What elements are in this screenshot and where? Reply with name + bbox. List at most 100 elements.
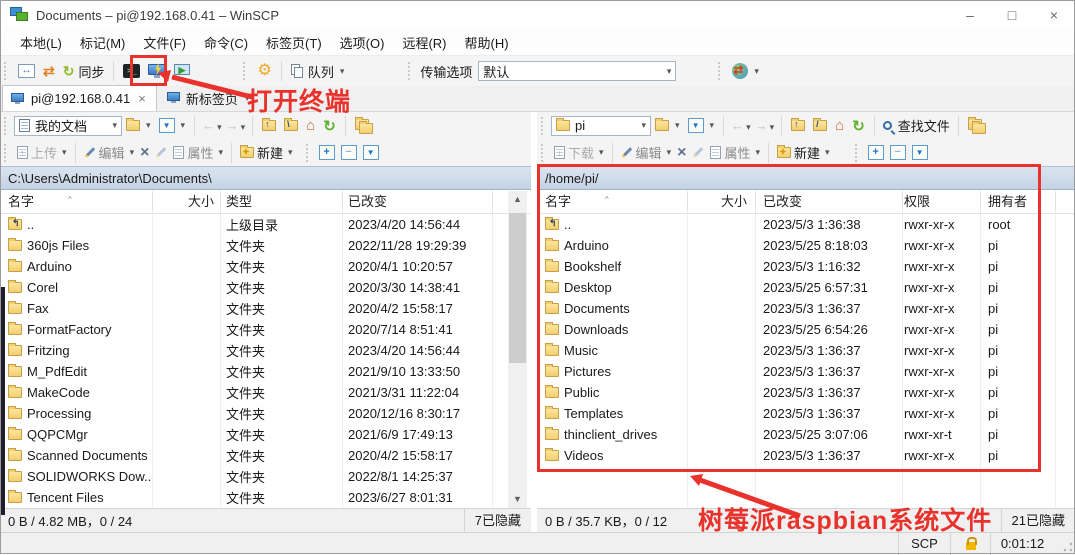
menu-item[interactable]: 远程(R) [394, 30, 454, 55]
upload-button[interactable]: 上传 [14, 141, 70, 164]
toolbar-grip[interactable] [718, 62, 724, 80]
file-row[interactable]: Scanned Documents 文件夹 2020/4/2 15:58:17 [0, 445, 531, 466]
session-tab[interactable]: pi@192.168.0.41 [2, 85, 157, 111]
transfer-preset-combo[interactable]: 默认 [478, 61, 676, 81]
selection-filter-button[interactable] [909, 143, 931, 162]
minimize-button[interactable]: – [949, 0, 991, 30]
file-row[interactable]: QQPCMgr 文件夹 2021/6/9 17:49:13 [0, 424, 531, 445]
delete-button[interactable] [674, 144, 689, 162]
file-row[interactable]: 360js Files 文件夹 2022/11/28 19:29:39 [0, 235, 531, 256]
file-row[interactable]: FormatFactory 文件夹 2020/7/14 8:51:41 [0, 319, 531, 340]
preferences-button[interactable] [253, 60, 275, 82]
delete-icon [677, 146, 686, 160]
parent-directory-button[interactable] [787, 117, 809, 134]
edit-button[interactable]: 编辑 [81, 141, 138, 164]
file-row[interactable]: Fax 文件夹 2020/4/2 15:58:17 [0, 298, 531, 319]
file-row[interactable]: Tencent Files 文件夹 2023/6/27 8:01:31 [0, 487, 531, 508]
rename-button[interactable] [689, 149, 707, 156]
filter-button[interactable] [684, 115, 719, 136]
menu-item[interactable]: 命令(C) [196, 30, 256, 55]
root-directory-button[interactable] [809, 117, 831, 134]
session-icon [11, 93, 25, 105]
new-button[interactable]: 新建 [774, 141, 833, 164]
unselect-files-button[interactable] [338, 143, 360, 162]
select-icon [319, 145, 335, 160]
remote-directory-combo[interactable]: pi [551, 116, 651, 136]
column-header-type[interactable]: 类型 [220, 190, 342, 213]
folder-icon [8, 282, 22, 293]
menu-item[interactable]: 标签页(T) [258, 30, 330, 55]
file-row[interactable]: Arduino 文件夹 2020/4/1 10:20:57 [0, 256, 531, 277]
scrollbar-thumb[interactable] [509, 213, 526, 363]
properties-button[interactable]: 属性 [170, 141, 226, 164]
menu-item[interactable]: 选项(O) [332, 30, 393, 55]
toolbar-grip[interactable] [4, 62, 10, 80]
file-row[interactable]: .. 上级目录 2023/4/20 14:56:44 [0, 214, 531, 235]
properties-button[interactable]: 属性 [707, 141, 763, 164]
download-button[interactable]: 下载 [551, 141, 607, 164]
file-row[interactable]: M_PdfEdit 文件夹 2021/9/10 13:33:50 [0, 361, 531, 382]
chevron-down-icon [667, 66, 672, 77]
local-directory-combo[interactable]: 我的文档 [14, 116, 122, 136]
file-row[interactable]: Fritzing 文件夹 2023/4/20 14:56:44 [0, 340, 531, 361]
menu-item[interactable]: 文件(F) [135, 30, 194, 55]
copy-path-button[interactable] [351, 116, 377, 136]
remote-sync-button[interactable] [728, 60, 763, 82]
column-header-name[interactable]: 名字^ [0, 190, 152, 213]
open-session-button[interactable] [170, 61, 195, 81]
toolbar-grip[interactable] [408, 62, 414, 80]
menu-item[interactable]: 帮助(H) [456, 30, 516, 55]
forward-button[interactable] [753, 118, 777, 133]
refresh-button[interactable] [848, 114, 869, 138]
menu-item[interactable]: 本地(L) [12, 30, 70, 55]
column-header-changed[interactable]: 已改变 [342, 190, 492, 213]
new-tab-button[interactable]: 新标签页 [157, 85, 260, 111]
file-row[interactable]: MakeCode 文件夹 2021/3/31 11:22:04 [0, 382, 531, 403]
file-row[interactable]: Corel 文件夹 2020/3/30 14:38:41 [0, 277, 531, 298]
session-duration[interactable]: 0:01:12 [990, 533, 1054, 555]
select-files-button[interactable] [316, 143, 338, 162]
edit-button[interactable]: 编辑 [618, 141, 675, 164]
sync-browse-button[interactable]: 同步 [59, 59, 109, 84]
back-button[interactable] [200, 118, 224, 133]
file-row[interactable]: Processing 文件夹 2020/12/16 8:30:17 [0, 403, 531, 424]
local-hidden-count[interactable]: 7已隐藏 [464, 509, 531, 532]
new-label: 新建 [794, 143, 820, 162]
local-path-bar[interactable]: C:\Users\Administrator\Documents\ [0, 166, 531, 190]
parent-directory-button[interactable] [258, 117, 280, 134]
close-button[interactable]: × [1033, 0, 1075, 30]
open-directory-button[interactable] [651, 117, 684, 134]
synchronize-button[interactable] [39, 60, 59, 83]
forward-button[interactable] [224, 118, 248, 133]
remote-hidden-count[interactable]: 21已隐藏 [1001, 509, 1075, 532]
local-path: C:\Users\Administrator\Documents\ [8, 171, 212, 186]
open-directory-button[interactable] [122, 117, 155, 134]
close-tab-icon[interactable] [136, 91, 148, 106]
scroll-down-icon[interactable]: ▼ [508, 491, 527, 508]
new-button[interactable]: 新建 [237, 141, 296, 164]
select-files-button[interactable] [865, 143, 887, 162]
queue-button[interactable]: 队列 [287, 59, 349, 84]
filter-button[interactable] [155, 115, 190, 136]
delete-button[interactable] [137, 144, 152, 162]
selection-filter-button[interactable] [360, 143, 382, 162]
menu-item[interactable]: 标记(M) [72, 30, 134, 55]
file-row[interactable]: SOLIDWORKS Dow... 文件夹 2022/8/1 14:25:37 [0, 466, 531, 487]
local-list-scrollbar[interactable]: ▲ ▼ [508, 191, 527, 508]
rename-button[interactable] [152, 149, 170, 156]
unselect-files-button[interactable] [887, 143, 909, 162]
copy-path-button[interactable] [964, 116, 990, 136]
maximize-button[interactable]: □ [991, 0, 1033, 30]
scroll-up-icon[interactable]: ▲ [508, 191, 527, 208]
home-directory-button[interactable] [831, 114, 848, 137]
find-files-button[interactable]: 查找文件 [880, 114, 953, 137]
resize-grip[interactable] [1063, 542, 1073, 552]
my-documents-icon [19, 119, 30, 132]
parent-folder-icon [8, 219, 22, 230]
properties-label: 属性 [187, 143, 213, 162]
toolbar-grip[interactable] [243, 62, 249, 80]
column-header-size[interactable]: 大小 [152, 190, 220, 213]
root-directory-button[interactable] [280, 117, 302, 134]
back-button[interactable] [729, 118, 753, 133]
split-panels-button[interactable] [14, 61, 39, 81]
